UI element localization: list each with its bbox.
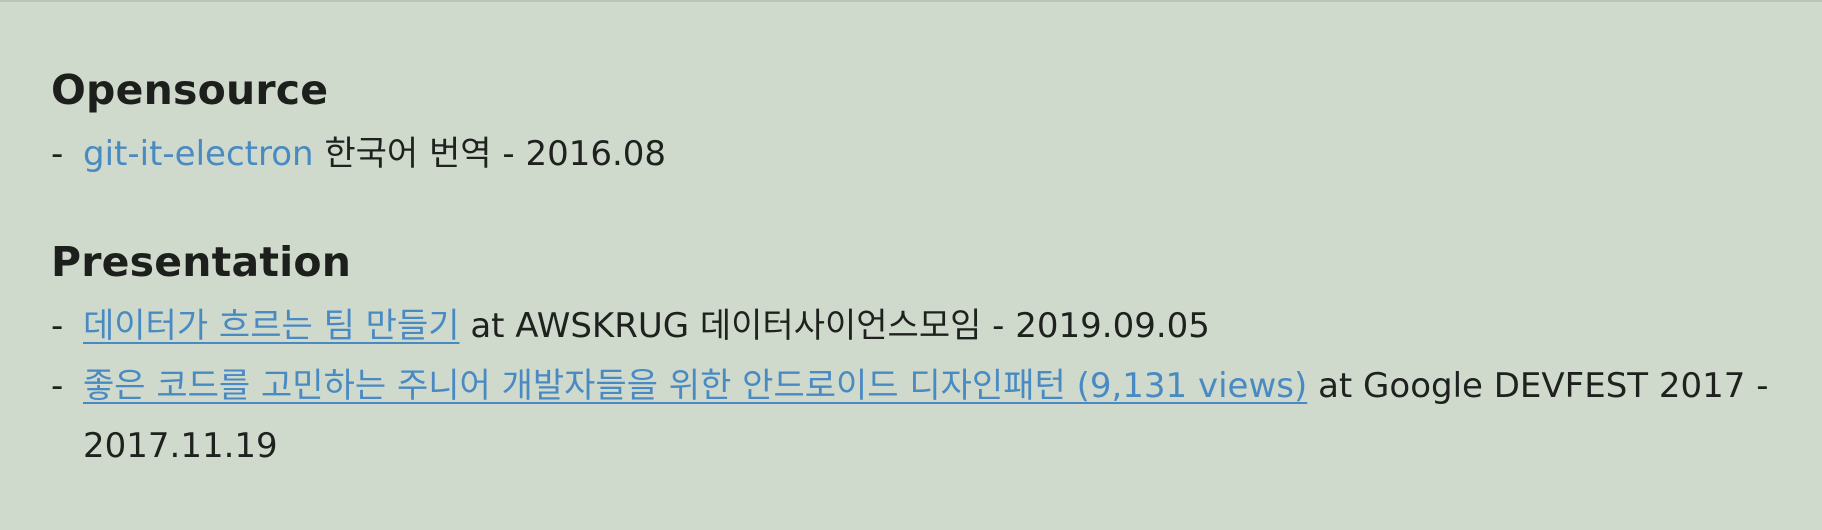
list-item-git-it-electron: - git-it-electron 한국어 번역 - 2016.08 — [51, 124, 1791, 184]
android-design-pattern-talk-link[interactable]: 좋은 코드를 고민하는 주니어 개발자들을 위한 안드로이드 디자인패턴 (9,… — [83, 366, 1307, 406]
section-title-presentation: Presentation — [51, 238, 352, 286]
document-content: Opensource - git-it-electron 한국어 번역 - 20… — [51, 60, 1791, 476]
list-item-data-team-talk: - 데이터가 흐르는 팀 만들기 at AWSKRUG 데이터사이언스모임 - … — [51, 296, 1791, 356]
list-item-text: 한국어 번역 - 2016.08 — [313, 134, 667, 174]
list-dash: - — [51, 306, 64, 346]
section-presentation: Presentation - 데이터가 흐르는 팀 만들기 at AWSKRUG… — [51, 232, 1791, 476]
list-dash: - — [51, 134, 64, 174]
presentation-list: - 데이터가 흐르는 팀 만들기 at AWSKRUG 데이터사이언스모임 - … — [51, 296, 1791, 476]
opensource-list: - git-it-electron 한국어 번역 - 2016.08 — [51, 124, 1791, 184]
data-team-talk-link[interactable]: 데이터가 흐르는 팀 만들기 — [83, 306, 460, 346]
list-item-android-design-pattern-talk: - 좋은 코드를 고민하는 주니어 개발자들을 위한 안드로이드 디자인패턴 (… — [51, 356, 1791, 476]
section-opensource: Opensource - git-it-electron 한국어 번역 - 20… — [51, 60, 1791, 184]
list-dash: - — [51, 366, 64, 406]
top-divider — [0, 0, 1822, 2]
git-it-electron-link[interactable]: git-it-electron — [83, 134, 314, 174]
list-item-text: at AWSKRUG 데이터사이언스모임 - 2019.09.05 — [459, 306, 1210, 346]
section-title-opensource: Opensource — [51, 66, 329, 114]
